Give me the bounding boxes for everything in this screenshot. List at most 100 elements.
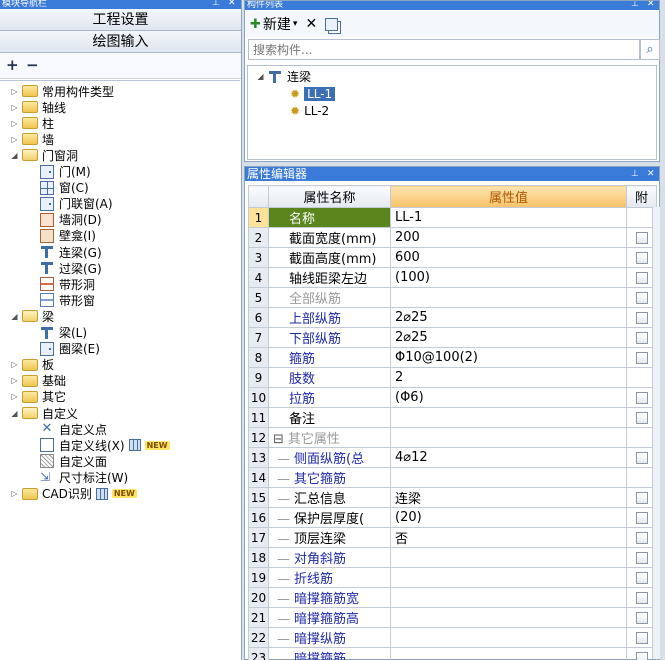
property-value-cell[interactable]	[390, 547, 627, 568]
attach-checkbox[interactable]	[635, 231, 648, 244]
attach-checkbox[interactable]	[635, 271, 648, 284]
property-row[interactable]: 15 — 汇总信息 连梁	[248, 487, 657, 508]
attach-checkbox[interactable]	[635, 391, 648, 404]
property-row[interactable]: 21 — 暗撑箍筋高	[248, 607, 657, 628]
tree-item[interactable]: 过梁(G)	[40, 260, 102, 276]
property-row[interactable]: 13 — 侧面纵筋(总 4⌀12	[248, 447, 657, 468]
attach-checkbox[interactable]	[635, 551, 648, 564]
tree-folder[interactable]: ▷ 轴线	[10, 99, 66, 115]
property-value-cell[interactable]: 连梁	[390, 487, 627, 508]
project-settings-button[interactable]: 工程设置	[0, 9, 241, 31]
property-scrollbar[interactable]	[652, 207, 660, 659]
property-row[interactable]: 7 下部纵筋 2⌀25	[248, 327, 657, 348]
tree-item[interactable]: 梁(L)	[40, 325, 87, 341]
property-value-cell[interactable]: (20)	[390, 507, 627, 528]
collapse-arrow-icon[interactable]: ◢	[10, 151, 19, 160]
new-component-button[interactable]: ✚ 新建 ▾	[250, 14, 297, 34]
collapse-arrow-icon[interactable]: ◢	[256, 72, 265, 81]
property-value-cell[interactable]: 2	[390, 367, 627, 388]
pin-icon[interactable]: ⊥	[212, 0, 220, 8]
property-value-cell[interactable]: (100)	[390, 267, 627, 288]
attach-checkbox[interactable]	[635, 531, 648, 544]
pin-icon[interactable]: ⊥	[631, 167, 639, 181]
property-row[interactable]: 11 备注	[248, 407, 657, 428]
property-row[interactable]: 23 — 暗撑箍筋	[248, 647, 657, 660]
tree-item[interactable]: 窗(C)	[40, 180, 89, 196]
attach-checkbox[interactable]	[635, 331, 648, 344]
property-value-cell[interactable]: LL-1	[390, 207, 627, 228]
copy-button[interactable]	[325, 17, 339, 31]
property-row[interactable]: 1 名称 LL-1	[248, 207, 657, 228]
attach-checkbox[interactable]	[635, 571, 648, 584]
collapse-arrow-icon[interactable]: ◢	[10, 409, 19, 418]
property-value-cell[interactable]	[390, 467, 627, 488]
search-icon[interactable]: ⌕	[640, 39, 660, 60]
tree-folder[interactable]: ▷ 其它	[10, 389, 66, 405]
property-value-cell[interactable]: 200	[390, 227, 627, 248]
property-value-cell[interactable]	[390, 407, 627, 428]
search-component-input[interactable]	[248, 39, 640, 60]
tree-item[interactable]: 圈梁(E)	[40, 341, 100, 357]
property-value-cell[interactable]: 2⌀25	[390, 327, 627, 348]
collapse-all-icon[interactable]: −	[26, 56, 39, 74]
expand-arrow-icon[interactable]: ▷	[10, 489, 19, 498]
expand-arrow-icon[interactable]: ▷	[10, 376, 19, 385]
property-row[interactable]: 20 — 暗撑箍筋宽	[248, 587, 657, 608]
expand-arrow-icon[interactable]: ▷	[10, 103, 19, 112]
expand-arrow-icon[interactable]: ▷	[10, 87, 19, 96]
property-row[interactable]: 9 肢数 2	[248, 367, 657, 388]
property-value-cell[interactable]	[390, 587, 627, 608]
attach-checkbox[interactable]	[635, 611, 648, 624]
close-icon[interactable]: ✕	[228, 0, 236, 8]
property-row[interactable]: 6 上部纵筋 2⌀25	[248, 307, 657, 328]
expand-arrow-icon[interactable]: ▷	[10, 360, 19, 369]
property-row[interactable]: 12 ⊟ 其它属性	[248, 427, 657, 448]
component-tree-root[interactable]: ◢ 连梁	[256, 68, 311, 85]
property-value-cell[interactable]: 2⌀25	[390, 307, 627, 328]
tree-folder[interactable]: ◢ 自定义	[10, 405, 78, 421]
property-row[interactable]: 4 轴线距梁左边 (100)	[248, 267, 657, 288]
tree-item[interactable]: 自定义面	[40, 453, 107, 469]
attach-checkbox[interactable]	[635, 451, 648, 464]
tree-item[interactable]: 门(M)	[40, 164, 91, 180]
collapse-group-icon[interactable]: ⊟	[273, 432, 284, 447]
property-row[interactable]: 17 — 顶层连梁 否	[248, 527, 657, 548]
tree-item[interactable]: 自定义线(X) NEW	[40, 437, 170, 453]
attach-checkbox[interactable]	[635, 251, 648, 264]
property-row[interactable]: 3 截面高度(mm) 600	[248, 247, 657, 268]
tree-item[interactable]: 带形窗	[40, 292, 95, 308]
property-row[interactable]: 18 — 对角斜筋	[248, 547, 657, 568]
attach-checkbox[interactable]	[635, 291, 648, 304]
drawing-input-button[interactable]: 绘图输入	[0, 31, 241, 53]
property-row[interactable]: 10 拉筋 (Φ6)	[248, 387, 657, 408]
component-item-ll1[interactable]: ✹ LL-1	[290, 85, 336, 102]
property-value-cell[interactable]: (Φ6)	[390, 387, 627, 408]
tree-item[interactable]: 连梁(G)	[40, 244, 102, 260]
pin-icon[interactable]: ⊥	[631, 1, 639, 9]
delete-button[interactable]: ✕	[305, 16, 317, 32]
tree-folder[interactable]: ◢ 门窗洞	[10, 147, 78, 163]
close-icon[interactable]: ✕	[647, 1, 655, 9]
component-item-ll2[interactable]: ✹ LL-2	[290, 102, 329, 119]
attach-checkbox[interactable]	[635, 511, 648, 524]
property-value-cell[interactable]	[390, 427, 627, 448]
property-row[interactable]: 22 — 暗撑纵筋	[248, 627, 657, 648]
property-row[interactable]: 19 — 折线筋	[248, 567, 657, 588]
collapse-arrow-icon[interactable]: ◢	[10, 312, 19, 321]
tree-folder[interactable]: ▷ 基础	[10, 373, 66, 389]
property-row[interactable]: 14 — 其它箍筋	[248, 467, 657, 488]
attach-checkbox[interactable]	[635, 351, 648, 364]
expand-arrow-icon[interactable]: ▷	[10, 392, 19, 401]
property-value-cell[interactable]: 600	[390, 247, 627, 268]
property-value-cell[interactable]	[390, 647, 627, 660]
attach-checkbox[interactable]	[635, 491, 648, 504]
tree-item[interactable]: 壁龛(I)	[40, 228, 96, 244]
property-value-cell[interactable]	[390, 607, 627, 628]
tree-item[interactable]: 门联窗(A)	[40, 196, 113, 212]
close-icon[interactable]: ✕	[647, 167, 655, 181]
property-row[interactable]: 8 箍筋 Φ10@100(2)	[248, 347, 657, 368]
tree-item[interactable]: 带形洞	[40, 276, 95, 292]
attach-checkbox[interactable]	[635, 411, 648, 424]
tree-item[interactable]: ⇲ 尺寸标注(W)	[40, 469, 128, 485]
property-value-cell[interactable]	[390, 567, 627, 588]
